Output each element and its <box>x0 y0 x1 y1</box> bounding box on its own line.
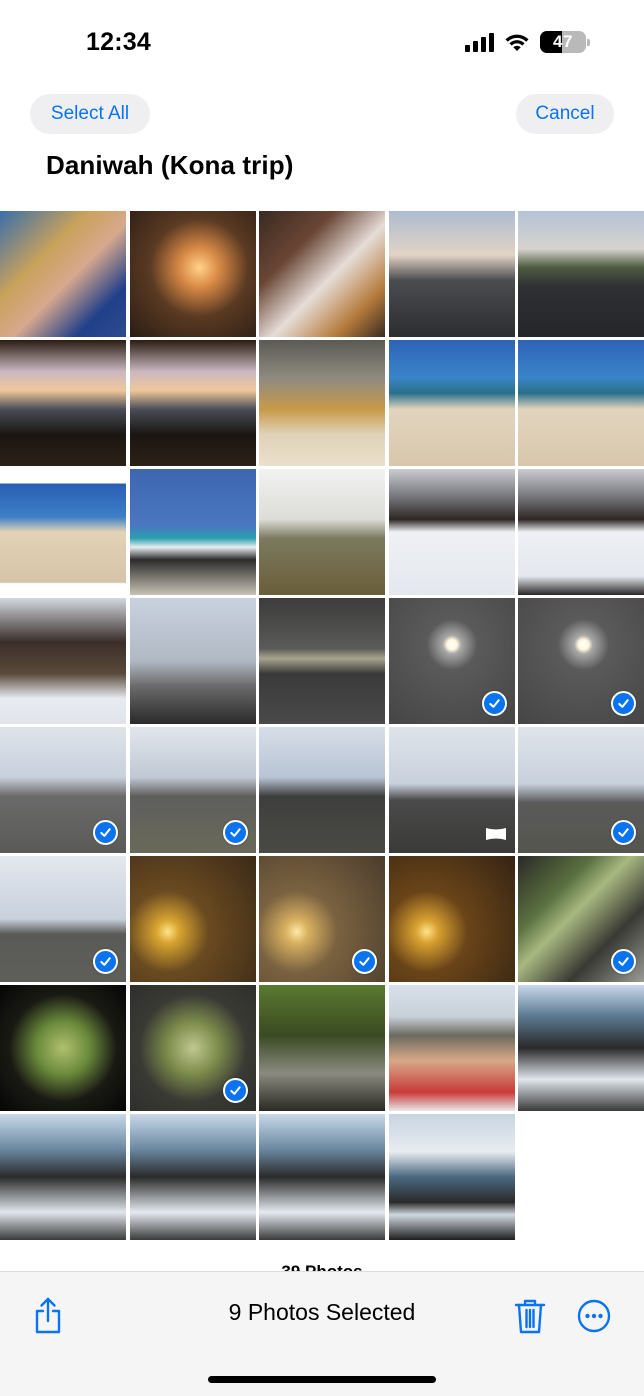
photo-thumbnail[interactable] <box>0 340 126 466</box>
checkmark-icon <box>93 820 118 845</box>
photo-thumbnail[interactable] <box>259 1114 385 1240</box>
more-button[interactable] <box>572 1294 616 1338</box>
album-title: Daniwah (Kona trip) <box>46 150 294 180</box>
photo-thumbnail[interactable] <box>388 856 515 982</box>
photo-thumbnail[interactable] <box>388 211 515 337</box>
photo-thumbnail[interactable] <box>0 727 126 853</box>
photo-thumbnail[interactable] <box>518 211 644 337</box>
photo-thumbnail[interactable] <box>129 985 256 1111</box>
checkmark-icon <box>222 820 248 845</box>
photo-thumbnail[interactable] <box>0 469 126 595</box>
photo-thumbnail[interactable] <box>388 985 515 1111</box>
photo-thumbnail[interactable] <box>0 1114 126 1240</box>
photo-thumbnail[interactable] <box>129 856 256 982</box>
home-indicator <box>208 1376 436 1383</box>
wifi-icon <box>505 34 529 51</box>
photo-thumbnail[interactable] <box>518 469 644 595</box>
photo-thumbnail[interactable] <box>259 340 385 466</box>
photo-thumbnail[interactable] <box>518 340 644 466</box>
trash-icon <box>514 1299 546 1334</box>
battery-icon: 47 <box>540 31 590 53</box>
share-button[interactable] <box>26 1294 70 1338</box>
delete-button[interactable] <box>508 1294 552 1338</box>
photo-thumbnail[interactable] <box>518 985 644 1111</box>
battery-indicator: 47 <box>540 31 586 53</box>
photo-thumbnail[interactable] <box>0 985 126 1111</box>
photo-thumbnail[interactable] <box>129 211 256 337</box>
battery-tip <box>587 38 590 46</box>
cancel-button[interactable]: Cancel <box>516 94 614 134</box>
checkmark-icon <box>611 820 636 845</box>
status-icons: 47 <box>465 31 590 53</box>
photo-thumbnail[interactable] <box>129 598 256 724</box>
signal-icon <box>465 32 494 52</box>
photo-thumbnail[interactable] <box>0 598 126 724</box>
checkmark-icon <box>222 1078 248 1103</box>
photo-thumbnail[interactable] <box>0 211 126 337</box>
more-icon <box>577 1299 611 1333</box>
panorama-icon <box>485 827 507 841</box>
photo-thumbnail[interactable] <box>129 340 256 466</box>
status-time: 12:34 <box>86 28 151 56</box>
select-all-button[interactable]: Select All <box>30 94 150 134</box>
photo-thumbnail[interactable] <box>0 856 126 982</box>
photo-thumbnail[interactable] <box>259 985 385 1111</box>
checkmark-icon <box>611 949 636 974</box>
photo-thumbnail[interactable] <box>388 340 515 466</box>
photo-thumbnail[interactable] <box>259 211 385 337</box>
photo-grid <box>0 211 644 1240</box>
photo-thumbnail[interactable] <box>259 727 385 853</box>
photo-thumbnail[interactable] <box>518 598 644 724</box>
photo-thumbnail[interactable] <box>388 469 515 595</box>
photo-thumbnail[interactable] <box>259 469 385 595</box>
photo-thumbnail[interactable] <box>259 598 385 724</box>
photo-thumbnail[interactable] <box>388 1114 515 1240</box>
status-bar: 12:34 47 <box>0 0 644 88</box>
photo-thumbnail[interactable] <box>518 727 644 853</box>
checkmark-icon <box>481 691 507 716</box>
share-icon <box>35 1297 61 1334</box>
checkmark-icon <box>352 949 377 974</box>
checkmark-icon <box>93 949 118 974</box>
photo-thumbnail[interactable] <box>259 856 385 982</box>
battery-percent: 47 <box>553 32 573 51</box>
photo-thumbnail[interactable] <box>129 469 256 595</box>
photo-thumbnail[interactable] <box>388 727 515 853</box>
photo-thumbnail[interactable] <box>129 727 256 853</box>
photo-thumbnail[interactable] <box>518 856 644 982</box>
photo-thumbnail[interactable] <box>388 598 515 724</box>
photo-thumbnail[interactable] <box>129 1114 256 1240</box>
checkmark-icon <box>611 691 636 716</box>
